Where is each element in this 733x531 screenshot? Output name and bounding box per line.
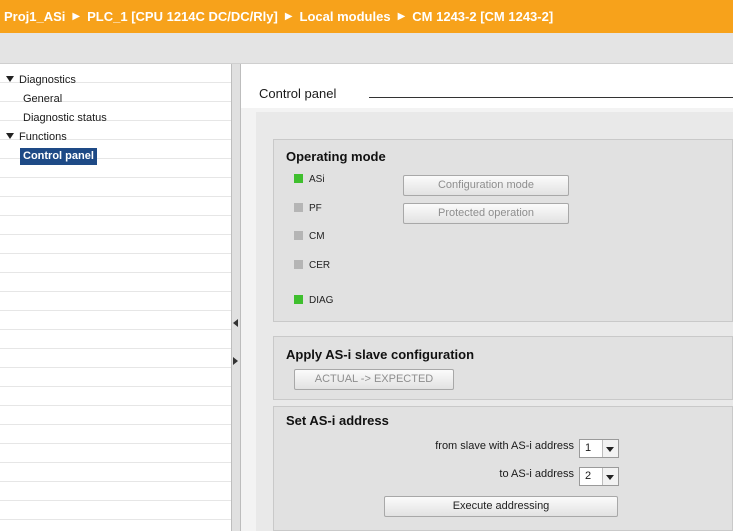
tree-item-general[interactable]: General [23, 91, 62, 108]
dropdown-arrow-icon[interactable] [602, 440, 618, 457]
from-address-value: 1 [585, 442, 592, 454]
collapse-left-icon[interactable] [233, 319, 238, 327]
navigation-tree: Diagnostics General Diagnostic status Fu… [0, 64, 231, 531]
title-divider [369, 97, 733, 98]
set-address-section: Set AS-i address from slave with AS-i ad… [273, 406, 733, 531]
to-address-label: to AS-i address [499, 468, 574, 480]
tree-item-diagnostic-status[interactable]: Diagnostic status [23, 110, 107, 127]
breadcrumb: Proj1_ASi ▶ PLC_1 [CPU 1214C DC/DC/Rly] … [0, 0, 733, 33]
from-address-label: from slave with AS-i address [435, 440, 574, 452]
tree-item-label: Control panel [23, 150, 94, 162]
operating-mode-section: Operating mode ASi PF CM CER DIAG Config… [273, 139, 733, 322]
breadcrumb-project[interactable]: Proj1_ASi [4, 9, 65, 24]
expand-caret-icon[interactable] [6, 76, 14, 82]
section-title: Operating mode [286, 149, 386, 164]
led-indicator-icon [294, 174, 303, 183]
to-address-select[interactable]: 2 [579, 467, 619, 486]
main-content: Control panel Operating mode ASi PF CM C… [241, 64, 733, 531]
actual-to-expected-button[interactable]: ACTUAL -> EXPECTED [294, 369, 454, 390]
dropdown-arrow-icon[interactable] [602, 468, 618, 485]
led-diag: DIAG [294, 294, 333, 308]
tree-node-diagnostics[interactable]: Diagnostics [6, 72, 76, 89]
execute-addressing-button[interactable]: Execute addressing [384, 496, 618, 517]
led-asi: ASi [294, 173, 325, 187]
breadcrumb-separator-icon: ▶ [72, 11, 81, 22]
tree-node-label: Diagnostics [19, 74, 76, 86]
expand-caret-icon[interactable] [6, 133, 14, 139]
tree-item-label: General [23, 93, 63, 105]
to-address-value: 2 [585, 470, 592, 482]
breadcrumb-local-modules[interactable]: Local modules [300, 9, 391, 24]
tree-node-functions[interactable]: Functions [6, 129, 67, 146]
apply-config-section: Apply AS-i slave configuration ACTUAL ->… [273, 336, 733, 400]
breadcrumb-separator-icon: ▶ [397, 11, 406, 22]
control-panel-header: Control panel [241, 64, 733, 108]
led-cer: CER [294, 259, 330, 273]
led-cm: CM [294, 230, 325, 244]
led-indicator-icon [294, 231, 303, 240]
protected-operation-button[interactable]: Protected operation [403, 203, 569, 224]
led-pf: PF [294, 202, 322, 216]
panel-splitter[interactable] [231, 64, 241, 531]
led-indicator-icon [294, 295, 303, 304]
tree-node-label: Functions [19, 131, 67, 143]
led-indicator-icon [294, 203, 303, 212]
tree-item-label: Diagnostic status [23, 112, 107, 124]
breadcrumb-plc[interactable]: PLC_1 [CPU 1214C DC/DC/Rly] [87, 9, 278, 24]
section-title: Set AS-i address [286, 413, 389, 428]
tree-item-control-panel[interactable]: Control panel [20, 148, 97, 165]
expand-right-icon[interactable] [233, 357, 238, 365]
led-label: PF [309, 203, 322, 214]
from-address-select[interactable]: 1 [579, 439, 619, 458]
led-label: CER [309, 260, 331, 271]
breadcrumb-module[interactable]: CM 1243-2 [CM 1243-2] [412, 9, 553, 24]
led-label: CM [309, 231, 325, 242]
breadcrumb-separator-icon: ▶ [284, 11, 293, 22]
configuration-mode-button[interactable]: Configuration mode [403, 175, 569, 196]
section-title: Apply AS-i slave configuration [286, 347, 475, 362]
led-label: DIAG [309, 295, 334, 306]
toolbar-strip [0, 33, 733, 64]
led-indicator-icon [294, 260, 303, 269]
page-title: Control panel [259, 86, 337, 101]
led-label: ASi [309, 174, 325, 185]
